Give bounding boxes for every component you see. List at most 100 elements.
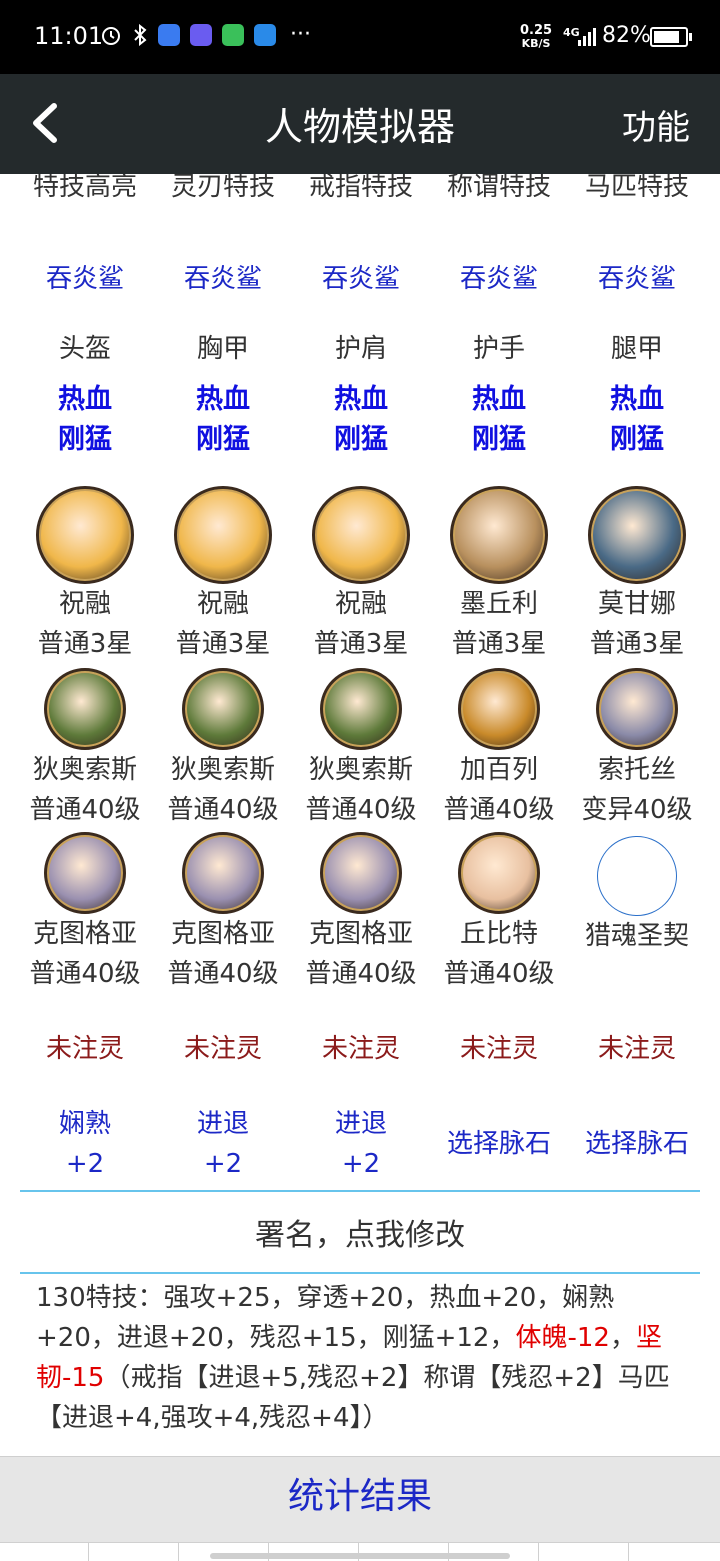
trait-line1: 热血 — [196, 384, 250, 415]
pet-level: 普通40级 — [305, 795, 417, 825]
pet-name: 克图格亚 — [308, 919, 413, 949]
pets-row-3: 克图格亚 普通40级 克图格亚 普通40级 克图格亚 普通40级 丘比特 普通4… — [16, 832, 706, 994]
vein-line1: 选择脉石 — [446, 1129, 551, 1159]
page-title: 人物模拟器 — [264, 105, 455, 149]
bottom-strip — [0, 1542, 720, 1561]
equipment-trait[interactable]: 热血 刚猛 — [154, 380, 292, 460]
equipment-slots-row: 头盔 胸甲 护肩 护手 腿甲 — [16, 328, 706, 365]
skill-value[interactable]: 吞炎鲨 — [292, 258, 430, 295]
signature-button[interactable]: 署名，点我修改 — [0, 1210, 720, 1254]
net-speed-value: 0.25 — [520, 23, 553, 38]
pet-avatar — [44, 832, 126, 914]
vein-stone-select[interactable]: 选择脉石 — [430, 1124, 568, 1164]
pet-avatar — [36, 486, 134, 584]
trait-line1: 热血 — [58, 384, 112, 415]
equipment-trait[interactable]: 热血 刚猛 — [568, 380, 706, 460]
vein-line1: 娴熟 — [58, 1109, 111, 1139]
pet-level: 普通3星 — [451, 629, 547, 659]
equipment-slot: 胸甲 — [196, 334, 249, 364]
home-indicator[interactable] — [210, 1553, 510, 1559]
skill-value[interactable]: 吞炎鲨 — [568, 258, 706, 295]
trait-line2: 刚猛 — [196, 424, 250, 455]
pet-card[interactable]: 狄奥索斯 普通40级 — [154, 668, 292, 830]
pet-name: 祝融 — [58, 589, 111, 619]
equipment-slot: 护手 — [472, 334, 525, 364]
skill-header: 戒指特技 — [308, 174, 413, 202]
pet-name: 祝融 — [196, 589, 249, 619]
strip-divider — [88, 1543, 89, 1561]
pet-card[interactable]: 加百列 普通40级 — [430, 668, 568, 830]
pets-row-1: 祝融 普通3星 祝融 普通3星 祝融 普通3星 墨丘利 普通3星 莫甘娜 普通3… — [16, 486, 706, 664]
trait-line1: 热血 — [334, 384, 388, 415]
pet-name: 狄奥索斯 — [170, 755, 275, 785]
trait-line2: 刚猛 — [610, 424, 664, 455]
equipment-slot: 腿甲 — [610, 334, 663, 364]
pet-card[interactable]: 墨丘利 普通3星 — [430, 486, 568, 664]
pet-card[interactable]: 莫甘娜 普通3星 — [568, 486, 706, 664]
soul-contract-card[interactable]: 猎魂圣契 — [568, 832, 706, 994]
infusion-status[interactable]: 未注灵 — [16, 1028, 154, 1065]
battery-fill — [654, 31, 679, 43]
infusion-status[interactable]: 未注灵 — [154, 1028, 292, 1065]
trait-line1: 热血 — [472, 384, 526, 415]
net-speed-unit: KB/S — [521, 37, 551, 50]
equipment-trait[interactable]: 热血 刚猛 — [430, 380, 568, 460]
infusion-status[interactable]: 未注灵 — [292, 1028, 430, 1065]
strip-divider — [628, 1543, 629, 1561]
wechat-icon — [222, 23, 244, 46]
pet-name: 狄奥索斯 — [32, 755, 137, 785]
infusion-status[interactable]: 未注灵 — [430, 1028, 568, 1065]
pet-card[interactable]: 克图格亚 普通40级 — [16, 832, 154, 994]
more-notifications-icon: ··· — [290, 22, 311, 47]
main-content: 特技高亮 灵刃特技 戒指特技 称谓特技 马匹特技 吞炎鲨 吞炎鲨 吞炎鲨 吞炎鲨… — [0, 174, 720, 1456]
pet-card[interactable]: 狄奥索斯 普通40级 — [292, 668, 430, 830]
skill-header: 马匹特技 — [584, 174, 689, 202]
skill-header: 特技高亮 — [32, 174, 137, 202]
pet-card[interactable]: 丘比特 普通40级 — [430, 832, 568, 994]
pet-name: 莫甘娜 — [597, 589, 676, 619]
pet-level: 普通3星 — [313, 629, 409, 659]
pet-level: 普通40级 — [305, 959, 417, 989]
soul-contract-label: 猎魂圣契 — [584, 921, 689, 951]
pet-level: 普通40级 — [443, 959, 555, 989]
pet-name: 墨丘利 — [459, 589, 538, 619]
vein-stone[interactable]: 娴熟 +2 — [16, 1104, 154, 1184]
pet-name: 祝融 — [334, 589, 387, 619]
equipment-slot: 头盔 — [58, 334, 111, 364]
pet-card[interactable]: 狄奥索斯 普通40级 — [16, 668, 154, 830]
function-button[interactable]: 功能 — [622, 100, 690, 149]
skill-value[interactable]: 吞炎鲨 — [16, 258, 154, 295]
signal-icon — [578, 26, 596, 46]
pet-card[interactable]: 克图格亚 普通40级 — [154, 832, 292, 994]
pet-card[interactable]: 祝融 普通3星 — [292, 486, 430, 664]
infusion-status[interactable]: 未注灵 — [568, 1028, 706, 1065]
pet-name: 加百列 — [459, 755, 538, 785]
skill-value[interactable]: 吞炎鲨 — [430, 258, 568, 295]
pet-card[interactable]: 祝融 普通3星 — [154, 486, 292, 664]
skill-value[interactable]: 吞炎鲨 — [154, 258, 292, 295]
summary-detail: （戒指【进退+5,残忍+2】称谓【残忍+2】马匹【进退+4,强攻+4,残忍+4】… — [36, 1363, 670, 1433]
pet-level: 普通40级 — [443, 795, 555, 825]
vein-stone-select[interactable]: 选择脉石 — [568, 1124, 706, 1164]
pet-card[interactable]: 克图格亚 普通40级 — [292, 832, 430, 994]
status-time: 11:01 — [34, 22, 104, 50]
pet-level: 普通3星 — [37, 629, 133, 659]
equipment-trait[interactable]: 热血 刚猛 — [292, 380, 430, 460]
vein-stone[interactable]: 进退 +2 — [292, 1104, 430, 1184]
strip-divider — [178, 1543, 179, 1561]
summary-negative: 体魄-12 — [515, 1323, 610, 1353]
trait-line1: 热血 — [610, 384, 664, 415]
skill-values-row: 吞炎鲨 吞炎鲨 吞炎鲨 吞炎鲨 吞炎鲨 — [16, 258, 706, 295]
pet-card[interactable]: 祝融 普通3星 — [16, 486, 154, 664]
skills-header-row: 特技高亮 灵刃特技 戒指特技 称谓特技 马匹特技 — [16, 174, 706, 203]
infusion-row: 未注灵 未注灵 未注灵 未注灵 未注灵 — [16, 1028, 706, 1065]
vein-stone[interactable]: 进退 +2 — [154, 1104, 292, 1184]
trait-line2: 刚猛 — [334, 424, 388, 455]
statistics-result-button[interactable]: 统计结果 — [0, 1456, 720, 1543]
pet-level: 普通40级 — [29, 959, 141, 989]
pet-card[interactable]: 索托丝 变异40级 — [568, 668, 706, 830]
pet-avatar — [458, 668, 540, 750]
pet-name: 克图格亚 — [170, 919, 275, 949]
equipment-trait[interactable]: 热血 刚猛 — [16, 380, 154, 460]
net-speed: 0.25 KB/S — [520, 24, 552, 50]
